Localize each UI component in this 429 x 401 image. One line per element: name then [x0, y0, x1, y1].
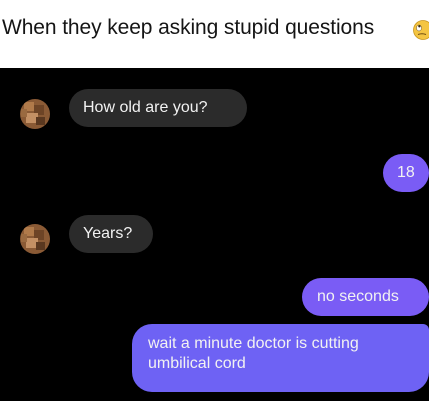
- message-text: no seconds: [317, 288, 399, 305]
- contact-avatar[interactable]: [20, 99, 50, 129]
- message-bubble-received[interactable]: How old are you?: [69, 89, 247, 127]
- message-text: How old are you?: [83, 99, 208, 116]
- message-text: 18: [397, 164, 415, 181]
- message-bubble-sent[interactable]: no seconds: [302, 278, 429, 316]
- message-text: Years?: [83, 225, 133, 242]
- meme-screenshot: When they keep asking stupid questions H…: [0, 0, 429, 401]
- meme-caption: When they keep asking stupid questions: [0, 0, 429, 62]
- caption-text: When they keep asking stupid questions: [2, 16, 375, 39]
- message-bubble-sent[interactable]: wait a minute doctor is cutting umbilica…: [132, 324, 429, 392]
- message-text: wait a minute doctor is cutting umbilica…: [148, 335, 359, 372]
- contact-avatar[interactable]: [20, 224, 50, 254]
- message-bubble-sent[interactable]: 18: [383, 154, 429, 192]
- rolling-eyes-emoji-icon: [412, 20, 429, 40]
- chat-thread: How old are you? 18 Years? no seconds wa…: [0, 68, 429, 401]
- message-bubble-received[interactable]: Years?: [69, 215, 153, 253]
